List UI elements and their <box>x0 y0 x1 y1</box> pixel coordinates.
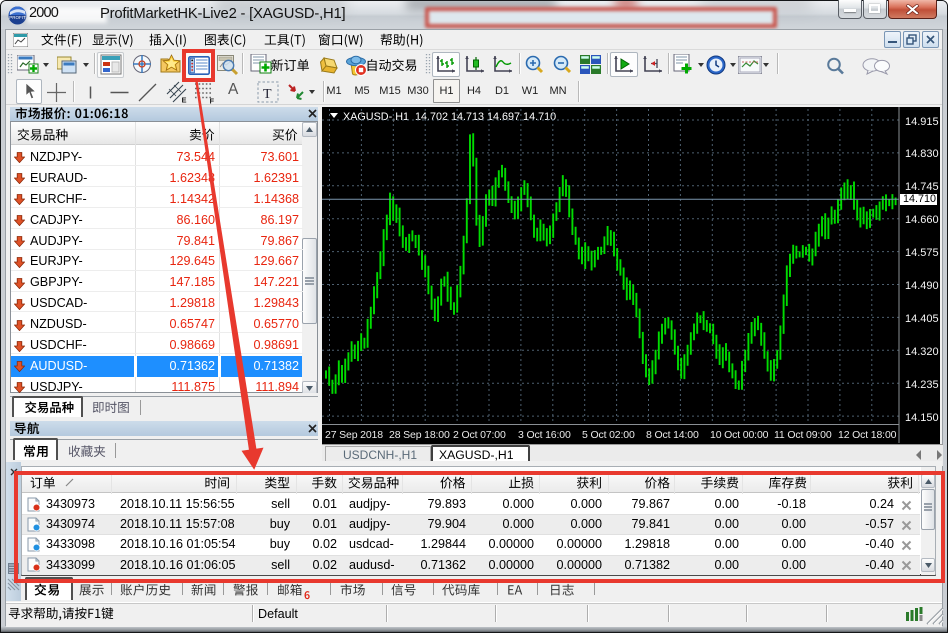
svg-text:E: E <box>182 96 187 105</box>
svg-text:PROFIT: PROFIT <box>9 15 26 20</box>
svg-text:T: T <box>263 87 272 102</box>
svg-text:F: F <box>210 97 215 105</box>
